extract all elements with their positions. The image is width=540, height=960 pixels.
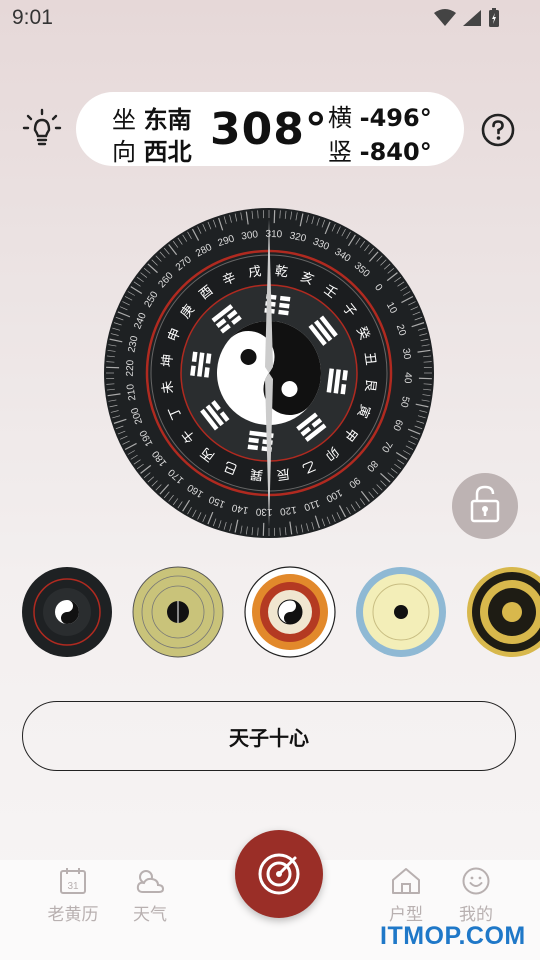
horizontal-label: 横	[328, 104, 352, 132]
horizontal-value: -496°	[359, 104, 432, 132]
horizontal-row: 横 -496°	[328, 98, 432, 133]
mountain-label: 坤	[160, 353, 176, 368]
status-time: 9:01	[12, 6, 53, 29]
calendar-day: 31	[67, 881, 79, 892]
status-bar: 9:01	[0, 0, 540, 38]
face-row: 向 西北	[112, 132, 192, 167]
status-right-spacer	[510, 8, 512, 10]
degree-label: 220	[125, 359, 137, 376]
target-icon	[258, 853, 300, 895]
weather-icon	[136, 870, 165, 893]
mountain-label: 艮	[362, 378, 378, 393]
orientation-panel: 坐 东南 向 西北 308° 横 -496° 竖 -840°	[76, 92, 464, 166]
battery-icon	[489, 8, 499, 27]
compass-dial[interactable]: 0 10 20 30 40 50 60 70 80 90 100 110 120 130 140 150 160…	[103, 207, 435, 539]
watermark: ITMOP.COM	[380, 922, 526, 950]
sit-label: 坐	[112, 106, 136, 134]
light-toggle-button[interactable]	[22, 108, 62, 150]
house-icon	[392, 868, 420, 894]
mountain-label: 丑	[361, 351, 378, 366]
dial-thumb-orange[interactable]	[244, 566, 336, 658]
vertical-label: 竖	[328, 138, 352, 166]
mountain-label: 戌	[247, 264, 262, 281]
face-label: 向	[112, 138, 136, 166]
mountain-label: 辰	[276, 465, 291, 482]
dial-thumb-blue[interactable]	[355, 566, 447, 658]
degree-label: 130	[255, 506, 272, 518]
sit-row: 坐 东南	[112, 100, 192, 135]
face-value: 西北	[143, 138, 192, 166]
nav-label-weather: 天气	[133, 905, 167, 925]
dial-selector-strip	[0, 566, 540, 662]
vertical-row: 竖 -840°	[328, 132, 432, 167]
dial-name-button[interactable]: 天子十心	[22, 701, 516, 771]
lightbulb-icon	[22, 108, 62, 146]
dial-thumb-black[interactable]	[21, 566, 113, 658]
mountain-label: 未	[160, 380, 177, 395]
dial-thumb-gold[interactable]	[466, 566, 540, 658]
calendar-icon: 31	[60, 868, 86, 894]
nav-item-almanac[interactable]: 31 老黄历	[38, 866, 108, 925]
help-button[interactable]	[480, 112, 516, 148]
help-icon	[481, 113, 515, 147]
nav-label-almanac: 老黄历	[47, 905, 99, 925]
status-icons	[434, 8, 500, 28]
heading-degree: 308°	[210, 104, 328, 155]
smile-icon	[462, 867, 490, 895]
vertical-value: -840°	[359, 138, 432, 166]
unlock-icon	[470, 485, 500, 523]
dial-thumb-yellow[interactable]	[132, 566, 224, 658]
sit-value: 东南	[143, 106, 192, 134]
signal-icon	[463, 10, 481, 26]
degree-label: 40	[402, 372, 413, 384]
degree-label: 310	[265, 229, 282, 241]
nav-item-weather[interactable]: 天气	[115, 866, 185, 925]
lock-button[interactable]	[452, 473, 518, 539]
center-target-button[interactable]	[235, 830, 323, 918]
wifi-icon	[434, 9, 456, 26]
nav-item-floorplan[interactable]: 户型	[371, 866, 441, 925]
degree-label: 30	[400, 347, 413, 360]
compass-svg: 0102030405060708090100110120130140150160…	[104, 208, 434, 538]
mountain-label: 乾	[274, 264, 289, 280]
nav-item-profile[interactable]: 我的	[441, 866, 511, 925]
mountain-label: 巽	[249, 466, 264, 482]
